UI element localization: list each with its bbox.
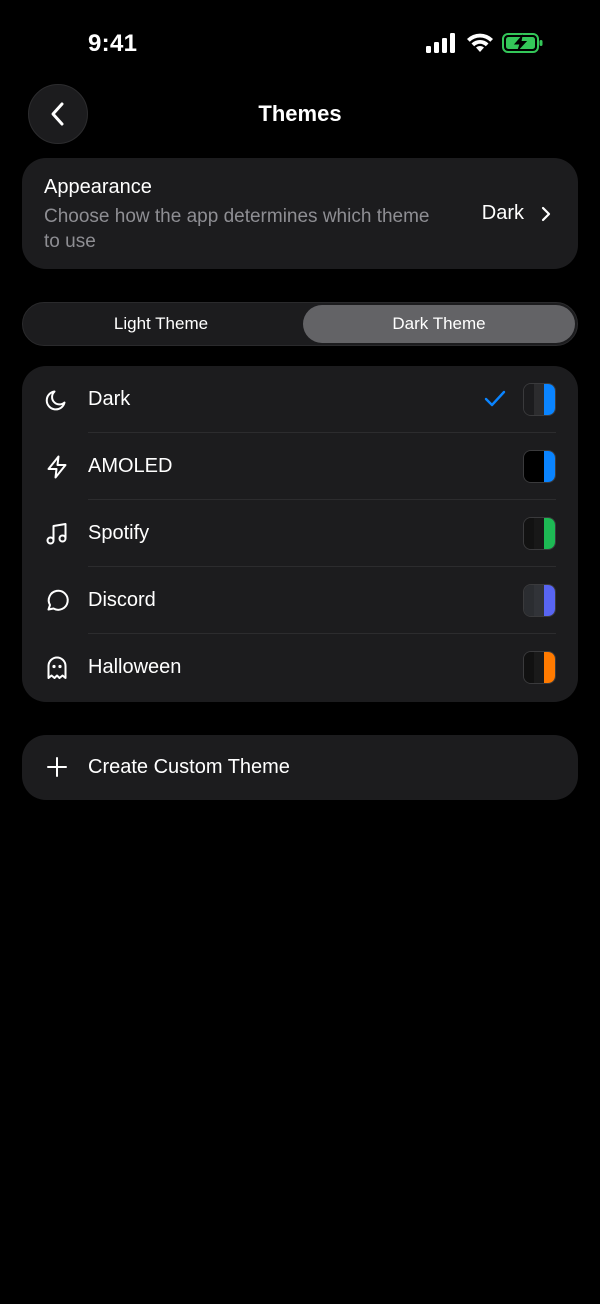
theme-label: Discord xyxy=(88,589,156,611)
create-custom-theme-label: Create Custom Theme xyxy=(88,756,290,778)
status-icons xyxy=(426,32,544,59)
theme-label: Spotify xyxy=(88,522,150,544)
theme-row-discord[interactable]: Discord xyxy=(22,567,578,634)
page-title: Themes xyxy=(258,101,342,126)
theme-color-swatch xyxy=(523,450,556,483)
cellular-signal-icon xyxy=(426,33,458,58)
bolt-icon xyxy=(47,455,67,479)
checkmark-icon xyxy=(484,390,506,407)
music-note-icon xyxy=(46,523,67,545)
navigation-bar: Themes xyxy=(0,84,600,148)
theme-label: Dark xyxy=(88,388,131,410)
theme-row-halloween[interactable]: Halloween xyxy=(22,634,578,701)
tab-light-theme[interactable]: Light Theme xyxy=(25,305,297,343)
battery-charging-icon xyxy=(502,32,544,59)
create-custom-theme-button[interactable]: Create Custom Theme xyxy=(22,735,578,800)
theme-mode-segmented-control: Light Theme Dark Theme xyxy=(22,302,578,346)
appearance-value: Dark xyxy=(481,202,524,224)
theme-label: Halloween xyxy=(88,656,182,678)
ghost-icon xyxy=(47,656,67,679)
theme-color-swatch xyxy=(523,517,556,550)
status-time: 9:41 xyxy=(88,30,138,57)
theme-color-swatch xyxy=(523,651,556,684)
wifi-icon xyxy=(466,33,494,58)
chat-bubble-icon xyxy=(47,589,69,611)
status-bar: 9:41 xyxy=(0,0,600,88)
plus-icon xyxy=(47,757,67,777)
theme-label: AMOLED xyxy=(88,455,173,477)
appearance-title: Appearance xyxy=(44,176,152,198)
themes-screen: 9:41 Themes Appearance Choose how the ap… xyxy=(0,0,600,1304)
theme-color-swatch xyxy=(523,383,556,416)
chevron-right-icon xyxy=(541,206,551,222)
appearance-description: Choose how the app determines which them… xyxy=(44,206,430,252)
tab-dark-theme[interactable]: Dark Theme xyxy=(303,305,575,343)
theme-row-spotify[interactable]: Spotify xyxy=(22,500,578,567)
theme-list: Dark AMOLED Spotify Discord Halloween xyxy=(22,366,578,702)
theme-row-dark[interactable]: Dark xyxy=(22,366,578,433)
theme-color-swatch xyxy=(523,584,556,617)
moon-icon xyxy=(45,390,66,411)
appearance-setting[interactable]: Appearance Choose how the app determines… xyxy=(22,158,578,269)
theme-row-amoled[interactable]: AMOLED xyxy=(22,433,578,500)
